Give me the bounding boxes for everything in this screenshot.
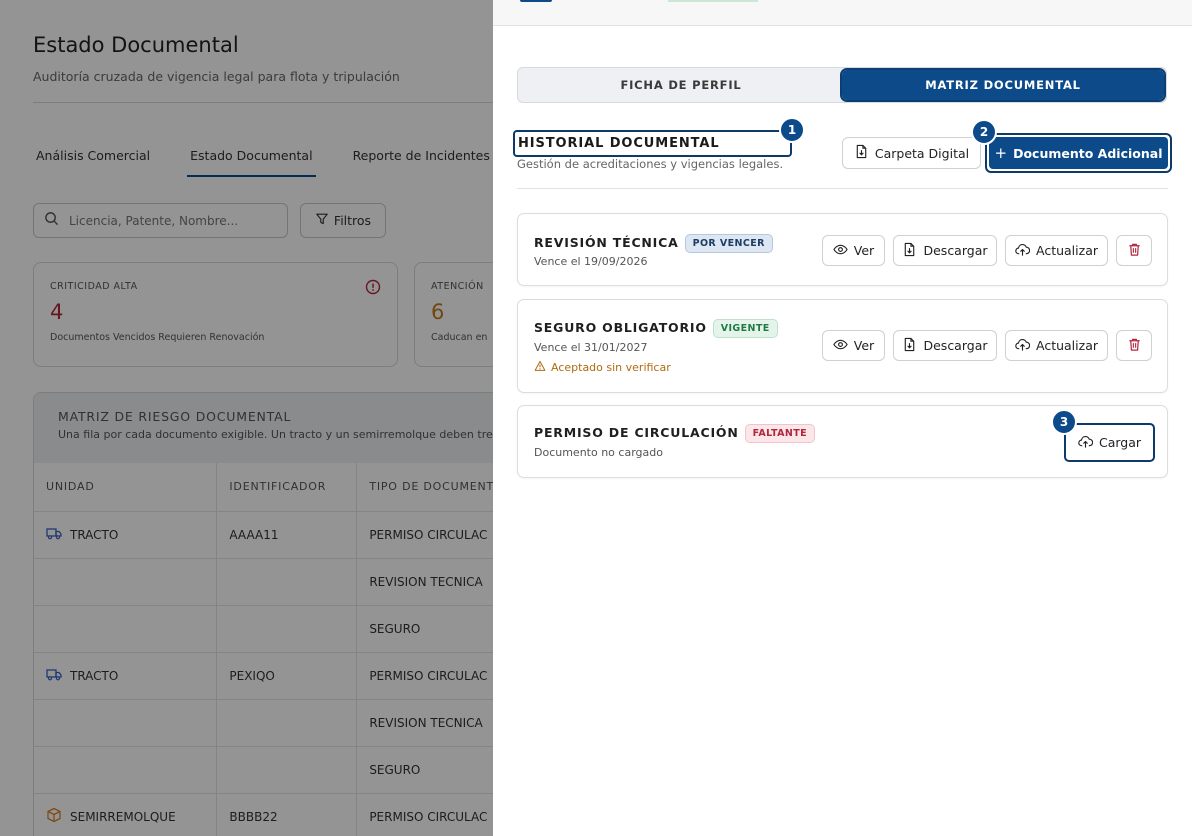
download-button[interactable]: Descargar [893, 330, 997, 361]
tab-ficha-de-perfil[interactable]: FICHA DE PERFIL [520, 70, 842, 100]
status-badge: VIGENTE [712, 319, 778, 338]
section-subtitle: Gestión de acreditaciones y vigencias le… [517, 157, 784, 171]
document-name: SEGURO OBLIGATORIO VIGENTE [534, 319, 778, 338]
eye-icon [833, 337, 848, 355]
document-expiry: Vence el 19/09/2026 [534, 255, 648, 268]
step-badge-2: 2 [971, 119, 997, 145]
update-button[interactable]: Actualizar [1005, 235, 1108, 266]
document-missing-text: Documento no cargado [534, 446, 663, 459]
upload-highlight: Cargar [1064, 423, 1155, 462]
document-expiry: Vence el 31/01/2027 [534, 341, 648, 354]
eye-icon [833, 242, 848, 260]
document-card-seguro-obligatorio: SEGURO OBLIGATORIO VIGENTE Vence el 31/01… [517, 299, 1168, 393]
carpeta-digital-label: Carpeta Digital [874, 145, 970, 161]
download-button[interactable]: Descargar [893, 235, 997, 266]
header-accent [520, 0, 552, 2]
document-card-revision-tecnica: REVISIÓN TÉCNICA POR VENCER Vence el 19/0… [517, 213, 1168, 286]
delete-button[interactable] [1116, 235, 1152, 266]
document-name: PERMISO DE CIRCULACIÓN FALTANTE [534, 424, 816, 443]
delete-button[interactable] [1116, 330, 1152, 361]
view-button[interactable]: Ver [822, 235, 885, 266]
cloud-upload-icon [1078, 434, 1094, 452]
carpeta-digital-button[interactable]: Carpeta Digital [842, 137, 981, 169]
trash-icon [1127, 242, 1142, 260]
tab-matriz-documental[interactable]: MATRIZ DOCUMENTAL [840, 68, 1166, 102]
file-download-icon [902, 242, 917, 260]
add-document-button[interactable]: + Documento Adicional [989, 137, 1168, 169]
add-document-highlight: + Documento Adicional [985, 133, 1172, 173]
section-title: HISTORIAL DOCUMENTAL [518, 136, 720, 151]
cloud-upload-icon [1015, 337, 1031, 355]
status-badge: POR VENCER [684, 234, 773, 253]
plus-icon: + [994, 144, 1008, 162]
cloud-upload-icon [1015, 242, 1031, 260]
file-download-icon [902, 337, 917, 355]
view-switcher: FICHA DE PERFIL MATRIZ DOCUMENTAL [517, 67, 1167, 103]
verification-note: Aceptado sin verificar [534, 360, 671, 375]
view-button[interactable]: Ver [822, 330, 885, 361]
step-badge-1: 1 [779, 117, 805, 143]
drawer-header [493, 0, 1192, 26]
document-name: REVISIÓN TÉCNICA POR VENCER [534, 234, 773, 253]
step-badge-3: 3 [1051, 409, 1077, 435]
document-actions: Ver Descargar Actualizar [822, 235, 1152, 266]
upload-button[interactable]: Cargar [1068, 427, 1151, 458]
file-download-icon [854, 144, 869, 162]
history-title-highlight: HISTORIAL DOCUMENTAL [513, 130, 792, 157]
warning-icon [534, 360, 546, 375]
trash-icon [1127, 337, 1142, 355]
document-drawer: FICHA DE PERFIL MATRIZ DOCUMENTAL HISTOR… [493, 0, 1192, 836]
status-badge: FALTANTE [744, 424, 816, 443]
document-actions: Ver Descargar Actualizar [822, 330, 1152, 361]
header-badge [668, 0, 758, 2]
add-document-label: Documento Adicional [1013, 145, 1163, 161]
divider [517, 188, 1168, 189]
update-button[interactable]: Actualizar [1005, 330, 1108, 361]
